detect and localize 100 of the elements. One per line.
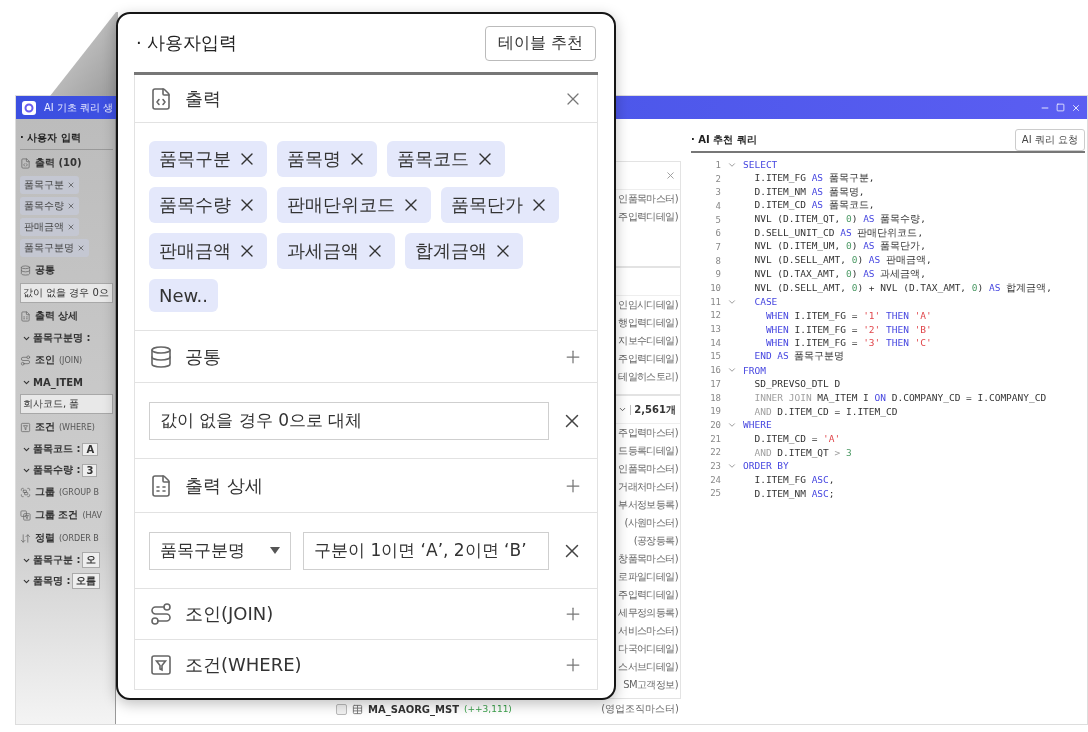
maximize-icon[interactable] <box>1056 103 1065 112</box>
line-number: 18 <box>709 392 721 403</box>
line-number: 16 <box>709 365 721 376</box>
line-number: 21 <box>709 433 721 444</box>
table-description: 창품목마스터) <box>618 552 678 566</box>
code-line: AND D.ITEM_CD = I.ITEM_CD <box>753 405 898 417</box>
text-field[interactable]: 값이 없을 경우 0으 <box>20 283 113 303</box>
code-line: NVL (D.TAX_AMT, 0) AS 과세금액, <box>753 267 927 281</box>
grouped-filter-icon <box>20 509 31 521</box>
section-title: 공통 <box>35 263 55 277</box>
code-line: NVL (D.ITEM_QT, 0) AS 품목수량, <box>753 213 927 227</box>
link-path-icon <box>20 354 31 366</box>
line-number: 7 <box>714 241 721 252</box>
section-hint: (HAV <box>82 510 103 520</box>
column-chip[interactable]: 판매단위코드 <box>277 187 431 223</box>
column-tag[interactable]: 품목수량 <box>20 197 79 215</box>
line-number: 13 <box>709 324 721 335</box>
column-tag[interactable]: 품목구분 <box>20 176 79 194</box>
section-title: 출력 <box>185 86 221 111</box>
section-header[interactable]: 공통 <box>134 331 598 383</box>
line-number: 23 <box>709 460 721 471</box>
row-label: 품목명 : <box>33 574 71 588</box>
column-chip[interactable]: 품목코드 <box>387 141 505 177</box>
panel-title: · AI 추천 쿼리 <box>691 133 757 147</box>
column-chip[interactable]: 품목명 <box>277 141 377 177</box>
table-description: 주입력디테일) <box>618 588 678 602</box>
section-header[interactable]: 조건(WHERE) <box>134 640 598 690</box>
code-line: END AS 품목구분명 <box>753 349 845 363</box>
line-number: 14 <box>709 337 721 348</box>
line-number: 17 <box>709 378 721 389</box>
table-description: 서비스마스터) <box>618 624 678 638</box>
line-number: 9 <box>714 269 721 280</box>
section-header[interactable]: 출력 <box>134 75 598 123</box>
sort-icon <box>20 532 31 544</box>
line-number: 10 <box>709 283 721 294</box>
column-chip[interactable]: 합계금액 <box>405 233 523 269</box>
table-description: 테일히스토리) <box>618 370 678 384</box>
table-description: 주입력마스터) <box>618 426 678 440</box>
table-description: 스서브디테일) <box>618 660 678 674</box>
text-field[interactable]: 값이 없을 경우 0으로 대체 <box>149 401 549 440</box>
column-tag[interactable]: 품목구분명 <box>20 239 89 257</box>
value-field[interactable]: A <box>82 442 99 456</box>
section-title: 조인(JOIN) <box>185 602 274 626</box>
section-title: 출력 상세 <box>185 473 263 498</box>
table-description: 인품목마스터) <box>618 462 678 476</box>
text-field[interactable]: 구분이 1이면 ‘A’, 2이면 ‘B’ <box>303 531 549 570</box>
group-icon <box>20 486 31 498</box>
panel-title: · 사용자 입력 <box>20 131 113 150</box>
app-logo-icon <box>22 100 36 115</box>
document-icon <box>20 310 31 322</box>
code-line: CASE <box>753 296 778 308</box>
close-icon[interactable] <box>1071 102 1081 113</box>
table-description: 드등록디테일) <box>618 444 678 458</box>
code-line: D.ITEM_CD AS 품목코드, <box>753 199 875 213</box>
table-description: (사원마스터) <box>624 516 678 530</box>
document-icon <box>149 473 173 498</box>
table-description: (영업조직마스터) <box>601 702 679 716</box>
recommend-button[interactable]: 테이블 추천 <box>484 25 596 61</box>
text-field[interactable]: 회사코드, 품 <box>20 394 113 414</box>
column-chip[interactable]: 품목단가 <box>441 187 559 223</box>
code-line: D.ITEM_NM ASC; <box>753 487 835 499</box>
code-line: AND D.ITEM_QT > 3 <box>753 446 852 458</box>
column-chip[interactable]: 과세금액 <box>277 233 395 269</box>
code-line: D.SELL_UNIT_CD AS 판매단위코드, <box>753 226 924 240</box>
column-chip[interactable]: 품목수량 <box>149 187 267 223</box>
column-select[interactable]: 품목구분명 <box>149 531 291 570</box>
close-icon[interactable] <box>665 170 676 181</box>
code-line: NVL (D.SELL_AMT, 0) AS 판매금액, <box>753 254 932 268</box>
section-hint: (GROUP B <box>59 487 99 497</box>
table-description: 인임시디테일) <box>618 298 678 312</box>
chevron-down-icon[interactable] <box>618 405 628 414</box>
line-number: 8 <box>714 255 721 266</box>
code-line: WHEN I.ITEM_FG = '2' THEN 'B' <box>764 323 932 335</box>
value-field[interactable]: 오름 <box>72 573 101 589</box>
line-number: 1 <box>714 159 721 170</box>
column-chip[interactable]: 품목구분 <box>149 141 267 177</box>
column-chip[interactable]: 판매금액 <box>149 233 267 269</box>
section-title: 조건(WHERE) <box>185 652 302 677</box>
row-label: 품목코드 : <box>33 442 81 456</box>
checkbox[interactable] <box>336 703 347 715</box>
table-description: 로파일디테일) <box>618 570 678 584</box>
request-button[interactable]: AI 쿼리 요청 <box>1014 129 1085 151</box>
database-icon <box>20 264 31 276</box>
table-description: 인품목마스터) <box>618 192 678 206</box>
table-description: (공장등록) <box>633 534 678 548</box>
code-line: INNER JOIN MA_ITEM I ON D.COMPANY_CD = I.COMPANY_CD <box>753 392 1047 404</box>
section-header[interactable]: 출력 상세 <box>134 459 598 513</box>
table-description: 행입력디테일) <box>618 316 678 330</box>
line-number: 12 <box>709 310 721 321</box>
section-title: 조건 <box>35 420 55 434</box>
new-chip[interactable]: New.. <box>149 279 219 312</box>
column-tag[interactable]: 판매금액 <box>20 218 79 236</box>
value-field[interactable]: 3 <box>82 463 98 477</box>
line-number: 22 <box>709 447 721 458</box>
line-number: 2 <box>714 173 721 184</box>
line-number: 3 <box>714 187 721 198</box>
section-title: 출력 상세 <box>35 309 79 323</box>
section-title: 조인 <box>35 353 55 367</box>
value-field[interactable]: 오 <box>82 552 101 568</box>
section-header[interactable]: 조인(JOIN) <box>134 589 598 640</box>
